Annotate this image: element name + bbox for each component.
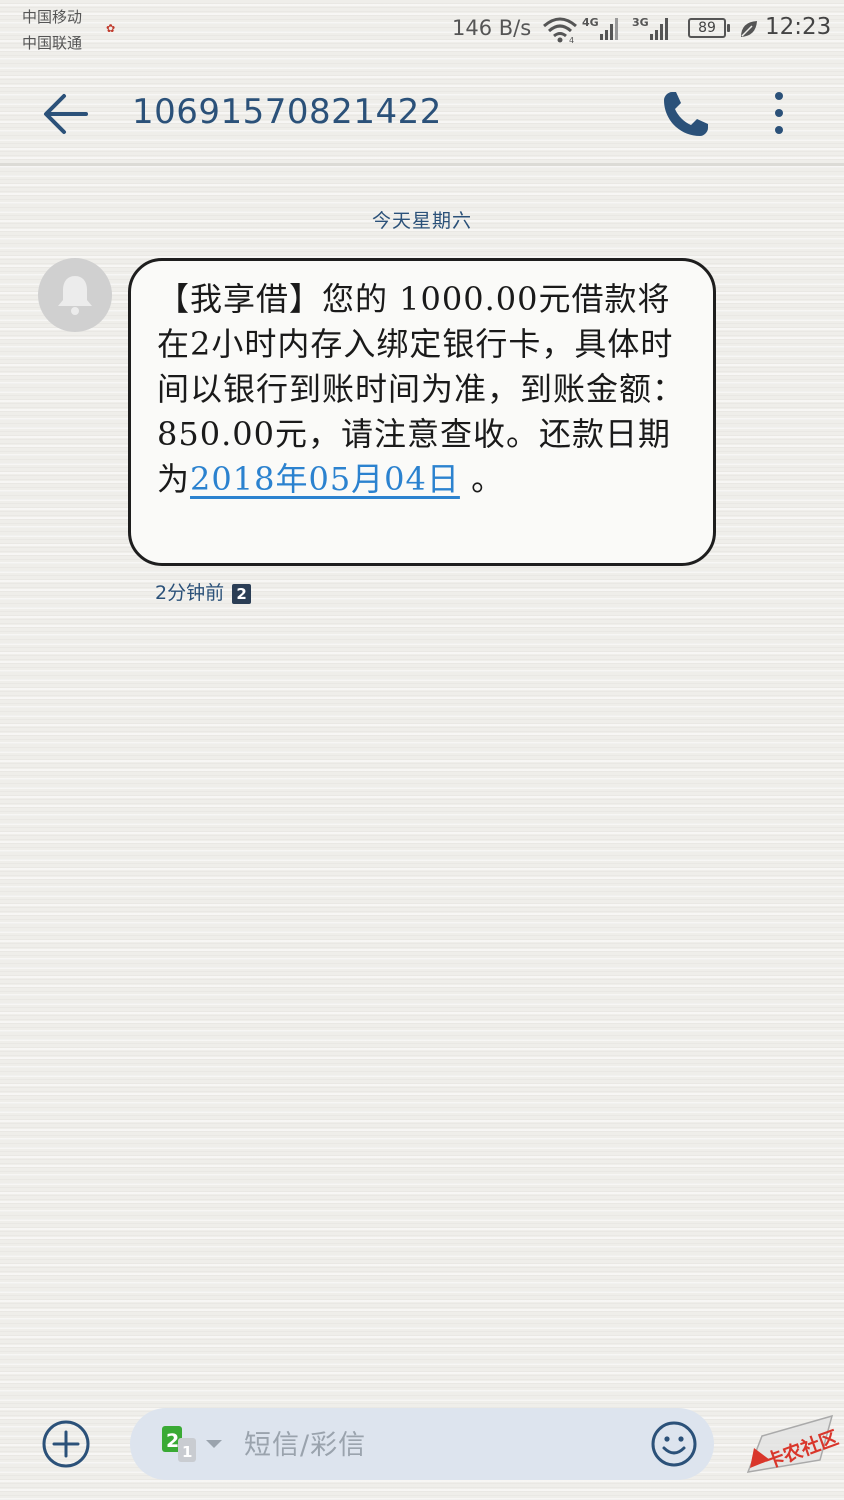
message-ending: 。 — [459, 460, 505, 498]
emoji-icon — [651, 1421, 697, 1467]
more-vertical-icon — [775, 92, 783, 134]
back-button[interactable] — [38, 86, 94, 142]
wifi-icon: 4 — [543, 17, 577, 44]
emoji-button[interactable] — [650, 1420, 698, 1468]
carrier-2-label: 中国联通 — [22, 34, 83, 52]
network-3g-label: 3G — [632, 16, 649, 29]
header-divider — [0, 163, 844, 166]
add-circle-icon — [42, 1420, 90, 1468]
sim-selector-icon: 2 1 — [162, 1426, 222, 1462]
carrier-1-label: 中国移动 — [22, 8, 83, 26]
signal-4g-icon: 4G — [582, 16, 618, 40]
conversation-header: 10691570821422 — [0, 60, 844, 166]
clock: 12:23 — [765, 14, 832, 40]
sim-number-inactive: 1 — [182, 1443, 192, 1461]
bell-icon — [58, 276, 92, 315]
more-options-button[interactable] — [762, 86, 796, 144]
notification-icon: ✿ — [106, 22, 116, 35]
dropdown-caret-icon — [206, 1440, 222, 1448]
network-speed: 146 B/s — [452, 16, 532, 40]
watermark-logo: 卡农社区 — [740, 1402, 841, 1484]
back-arrow-icon — [44, 94, 88, 134]
contact-number: 10691570821422 — [132, 92, 442, 132]
call-button[interactable] — [656, 86, 714, 144]
svg-text:4: 4 — [569, 36, 574, 44]
network-4g-label: 4G — [582, 16, 599, 29]
repayment-date-link[interactable]: 2018年05月04日 — [190, 460, 460, 498]
signal-3g-icon: 3G — [632, 16, 668, 40]
leaf-icon — [741, 21, 757, 37]
add-attachment-button[interactable] — [40, 1418, 92, 1470]
phone-icon — [664, 92, 708, 136]
message-input[interactable] — [242, 1422, 626, 1468]
battery-icon: 89 — [688, 18, 730, 38]
sim-slot-badge: 2 — [232, 583, 252, 604]
date-divider: 今天星期六 — [371, 210, 472, 232]
message-time: 2分钟前 — [155, 582, 225, 604]
compose-box: 2 1 — [130, 1408, 714, 1480]
status-bar: 中国移动 中国联通 ✿ 146 B/s 4 4G 3G 89 12:23 — [0, 0, 844, 60]
battery-level: 89 — [698, 20, 716, 36]
sim-number-active: 2 — [166, 1430, 179, 1452]
message-text: 【我享借】您的 1000.00元借款将在2小时内存入绑定银行卡，具体时间以银行到… — [157, 277, 697, 502]
message-bubble[interactable]: 【我享借】您的 1000.00元借款将在2小时内存入绑定银行卡，具体时间以银行到… — [128, 258, 716, 566]
message-meta: 2分钟前 2 — [155, 578, 252, 605]
sim-selector[interactable]: 2 1 — [162, 1424, 228, 1466]
sender-avatar[interactable] — [38, 258, 112, 332]
